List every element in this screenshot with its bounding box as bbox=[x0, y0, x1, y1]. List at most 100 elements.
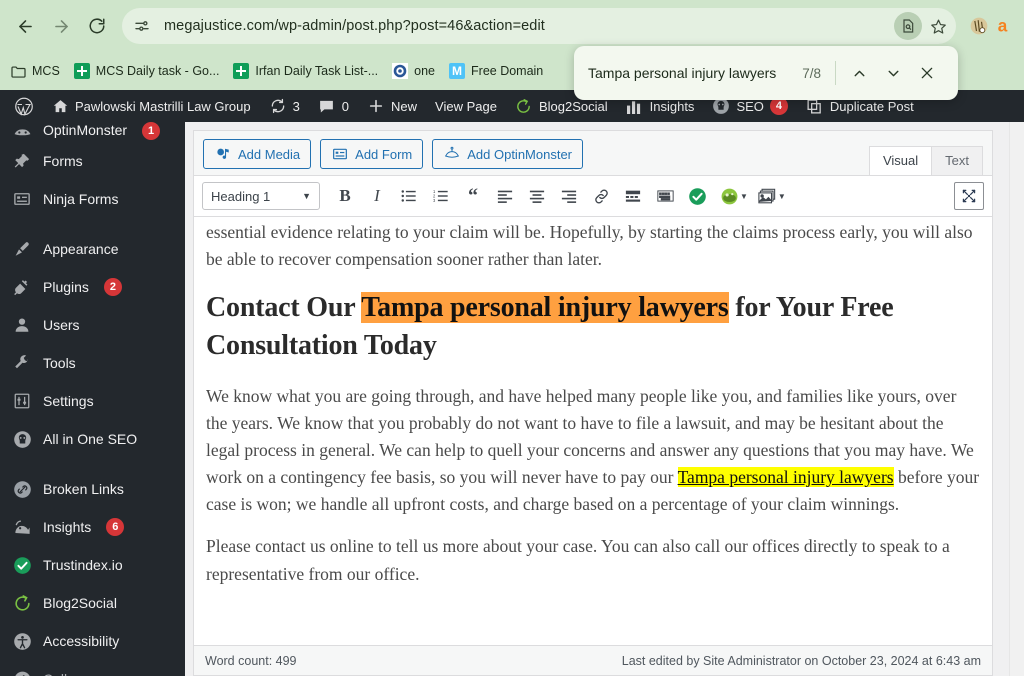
sidebar-item-plugins[interactable]: Plugins 2 bbox=[0, 268, 185, 306]
site-settings-icon[interactable] bbox=[128, 12, 156, 40]
post-editor: Add Media Add Form Add OptinMonster Visu… bbox=[193, 130, 993, 676]
sidebar-item-optinmonster[interactable]: OptinMonster 1 bbox=[0, 122, 185, 142]
sidebar-item-label: Plugins bbox=[43, 279, 89, 295]
url-text[interactable]: megajustice.com/wp-admin/post.php?post=4… bbox=[164, 18, 894, 34]
find-prev-button[interactable] bbox=[842, 56, 876, 90]
page-scrollbar[interactable] bbox=[1009, 122, 1024, 676]
updates-menu[interactable]: 3 bbox=[260, 90, 309, 122]
extension-icon[interactable] bbox=[968, 15, 990, 37]
bookmark-item[interactable]: MCS Daily task - Go... bbox=[73, 63, 219, 79]
add-media-button[interactable]: Add Media bbox=[203, 139, 312, 169]
form-icon bbox=[12, 189, 32, 209]
italic-button[interactable]: I bbox=[362, 182, 392, 210]
sidebar-item-label: Accessibility bbox=[43, 633, 120, 649]
sidebar-item-accessibility[interactable]: Accessibility bbox=[0, 622, 185, 660]
user-icon bbox=[12, 315, 32, 335]
view-page-label: View Page bbox=[435, 98, 497, 114]
pin-icon bbox=[12, 151, 32, 171]
sidebar-item-settings[interactable]: Settings bbox=[0, 382, 185, 420]
wordpress-logo-menu[interactable] bbox=[6, 90, 42, 122]
trustindex-button[interactable] bbox=[682, 182, 712, 210]
bookmark-item[interactable]: one bbox=[392, 63, 435, 79]
align-right-button[interactable] bbox=[554, 182, 584, 210]
sheets-icon bbox=[73, 63, 90, 79]
profile-avatar-icon[interactable]: a bbox=[994, 15, 1016, 37]
sidebar-item-all-in-one-seo[interactable]: All in One SEO bbox=[0, 420, 185, 458]
reload-button[interactable] bbox=[80, 9, 114, 43]
updates-count: 3 bbox=[292, 98, 300, 114]
add-optinmonster-button[interactable]: Add OptinMonster bbox=[432, 139, 584, 169]
sidebar-item-users[interactable]: Users bbox=[0, 306, 185, 344]
share-icon bbox=[12, 593, 32, 613]
heading-highlight: Tampa personal injury lawyers bbox=[361, 292, 729, 324]
tab-visual[interactable]: Visual bbox=[868, 146, 933, 176]
extension-icons: a bbox=[962, 15, 1016, 37]
bookmark-item[interactable]: Irfan Daily Task List-... bbox=[233, 63, 378, 79]
inline-link-highlight[interactable]: Tampa personal injury lawyers bbox=[677, 467, 894, 488]
link-button[interactable] bbox=[586, 182, 616, 210]
sidebar-item-collapse-menu[interactable]: Collapse menu bbox=[0, 660, 185, 676]
sidebar-item-trustindex[interactable]: Trustindex.io bbox=[0, 546, 185, 584]
chevron-down-icon[interactable]: ▼ bbox=[778, 192, 786, 201]
find-close-button[interactable] bbox=[910, 56, 944, 90]
admin-sidebar: OptinMonster 1 Forms Ninja Forms Appeara… bbox=[0, 122, 185, 676]
paragraph-1: essential evidence relating to your clai… bbox=[206, 222, 973, 270]
view-page-link[interactable]: View Page bbox=[426, 90, 506, 122]
sidebar-item-forms[interactable]: Forms bbox=[0, 142, 185, 180]
paragraph-format-select[interactable]: Heading 1 ▼ bbox=[202, 182, 320, 210]
comments-menu[interactable]: 0 bbox=[309, 90, 358, 122]
add-form-button[interactable]: Add Form bbox=[320, 139, 424, 169]
editor-content-area[interactable]: essential evidence relating to your clai… bbox=[194, 217, 992, 645]
fullscreen-button[interactable] bbox=[954, 182, 984, 210]
read-more-button[interactable] bbox=[618, 182, 648, 210]
site-name-menu[interactable]: Pawlowski Mastrilli Law Group bbox=[42, 90, 260, 122]
bold-button[interactable]: B bbox=[330, 182, 360, 210]
blockquote-button[interactable]: “ bbox=[458, 182, 488, 210]
sidebar-item-ninja-forms[interactable]: Ninja Forms bbox=[0, 180, 185, 218]
paragraph-2: We know what you are going through, and … bbox=[206, 383, 980, 519]
bookmark-item[interactable]: M Free Domain bbox=[449, 63, 543, 79]
add-optinmonster-label: Add OptinMonster bbox=[467, 146, 573, 162]
sidebar-item-insights[interactable]: Insights 6 bbox=[0, 508, 185, 546]
sidebar-item-label: Broken Links bbox=[43, 481, 124, 497]
chevron-down-icon[interactable]: ▼ bbox=[740, 192, 748, 201]
keyboard-shortcuts-button[interactable] bbox=[650, 182, 680, 210]
numbered-list-button[interactable]: 123 bbox=[426, 182, 456, 210]
page-search-icon[interactable] bbox=[894, 12, 922, 40]
bulleted-list-button[interactable] bbox=[394, 182, 424, 210]
mail-icon: M bbox=[449, 63, 466, 79]
new-content-menu[interactable]: New bbox=[358, 90, 426, 122]
admin-body: OptinMonster 1 Forms Ninja Forms Appeara… bbox=[0, 122, 1024, 676]
monsterinsights-icon bbox=[12, 517, 32, 537]
back-button[interactable] bbox=[8, 9, 42, 43]
format-select-value: Heading 1 bbox=[211, 188, 271, 204]
editor-media-buttons: Add Media Add Form Add OptinMonster Visu… bbox=[194, 131, 992, 176]
bookmark-star-icon[interactable] bbox=[924, 12, 952, 40]
sidebar-item-blog2social[interactable]: Blog2Social bbox=[0, 584, 185, 622]
post-content[interactable]: essential evidence relating to your clai… bbox=[206, 217, 980, 588]
browser-chrome: megajustice.com/wp-admin/post.php?post=4… bbox=[0, 0, 1024, 100]
updates-icon bbox=[269, 97, 287, 115]
align-left-button[interactable] bbox=[490, 182, 520, 210]
sidebar-item-broken-links[interactable]: Broken Links bbox=[0, 470, 185, 508]
brush-icon bbox=[12, 239, 32, 259]
sidebar-item-label: Settings bbox=[43, 393, 94, 409]
aioseo-icon bbox=[12, 429, 32, 449]
tab-text[interactable]: Text bbox=[931, 146, 983, 176]
accessibility-icon bbox=[12, 631, 32, 651]
sidebar-item-tools[interactable]: Tools bbox=[0, 344, 185, 382]
address-bar[interactable]: megajustice.com/wp-admin/post.php?post=4… bbox=[122, 8, 956, 44]
sidebar-item-label: Blog2Social bbox=[43, 595, 117, 611]
check-circle-icon bbox=[12, 555, 32, 575]
svg-text:3: 3 bbox=[433, 198, 436, 203]
blog2social-label: Blog2Social bbox=[538, 98, 608, 114]
find-in-page-bar: Tampa personal injury lawyers 7/8 bbox=[574, 46, 958, 100]
bookmark-item[interactable]: MCS bbox=[10, 63, 60, 79]
sidebar-item-appearance[interactable]: Appearance bbox=[0, 230, 185, 268]
word-count: Word count: 499 bbox=[205, 653, 297, 668]
forward-button[interactable] bbox=[44, 9, 78, 43]
find-next-button[interactable] bbox=[876, 56, 910, 90]
find-input[interactable]: Tampa personal injury lawyers bbox=[588, 65, 802, 81]
sidebar-badge: 1 bbox=[142, 122, 161, 140]
align-center-button[interactable] bbox=[522, 182, 552, 210]
